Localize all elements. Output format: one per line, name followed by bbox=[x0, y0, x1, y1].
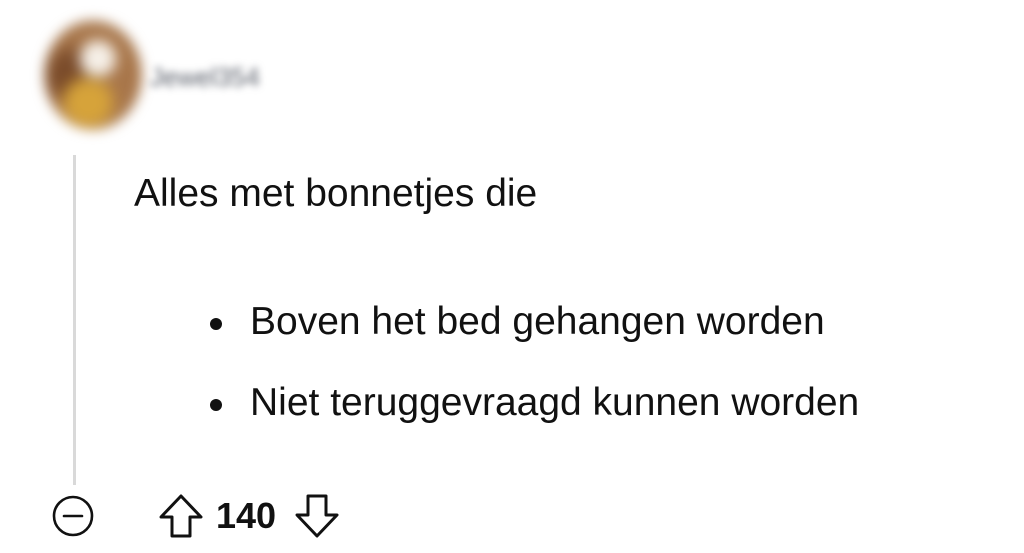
arrow-down-icon bbox=[295, 494, 339, 538]
arrow-up-icon bbox=[159, 494, 203, 538]
downvote-button[interactable] bbox=[290, 488, 344, 544]
vote-score: 140 bbox=[216, 495, 277, 536]
comment-bullet-list: Boven het bed gehangen worden Niet terug… bbox=[210, 298, 859, 460]
list-item: Niet teruggevraagd kunnen worden bbox=[210, 379, 859, 427]
comment-action-bar: 140 bbox=[44, 488, 344, 544]
comment-body: Alles met bonnetjes die bbox=[134, 172, 538, 215]
comment: Jewel354 Alles met bonnetjes die Boven h… bbox=[0, 0, 1024, 553]
upvote-button[interactable] bbox=[154, 488, 208, 544]
minus-circle-icon bbox=[52, 495, 94, 537]
thread-line[interactable] bbox=[73, 155, 76, 485]
list-item: Boven het bed gehangen worden bbox=[210, 298, 859, 346]
comment-author[interactable]: Jewel354 bbox=[150, 62, 260, 93]
collapse-comment-button[interactable] bbox=[44, 488, 102, 544]
avatar[interactable] bbox=[44, 20, 142, 130]
